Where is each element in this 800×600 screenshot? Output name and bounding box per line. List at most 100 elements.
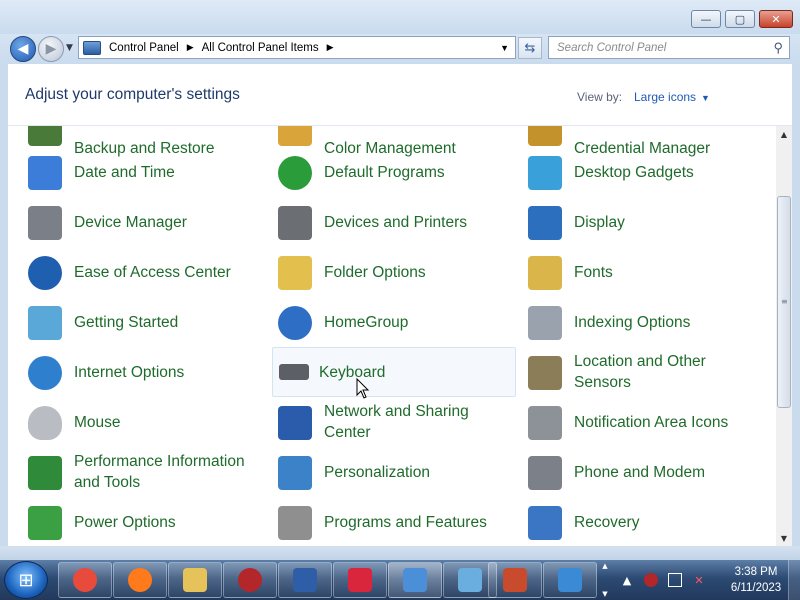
tray-expand-icon[interactable]: ▲	[620, 573, 634, 587]
item-label: Ease of Access Center	[74, 263, 231, 281]
taskbar-explorer-button[interactable]	[168, 562, 222, 598]
taskbar-firefox-button[interactable]	[113, 562, 167, 598]
taskbar-chrome-button[interactable]	[58, 562, 112, 598]
item-label: Getting Started	[74, 313, 179, 331]
item-location-and-other-sensors[interactable]: Location and Other Sensors	[512, 348, 754, 396]
item-keyboard[interactable]: Keyboard	[272, 347, 516, 397]
clock-date[interactable]: 6/11/2023	[718, 582, 794, 594]
volume-muted-icon[interactable]: ✕	[692, 573, 706, 587]
taskbar-screenshot-button[interactable]	[278, 562, 332, 598]
scroll-down-arrow-icon[interactable]: ▼	[776, 530, 792, 546]
item-label: Location and Other Sensors	[574, 353, 706, 391]
system-tray: ▲ ✕ 3:38 PM 6/11/2023	[618, 560, 800, 600]
item-fonts[interactable]: Fonts	[512, 248, 754, 296]
item-date-and-time[interactable]: Date and Time	[12, 148, 254, 196]
show-desktop-button[interactable]	[788, 560, 800, 600]
search-input[interactable]: Search Control Panel ⚲	[548, 36, 790, 59]
tray-app-icon[interactable]	[644, 573, 658, 587]
breadcrumb-all-items[interactable]: All Control Panel Items	[202, 42, 319, 54]
back-button[interactable]: ◀	[10, 36, 36, 62]
taskbar-control-panel-button[interactable]	[388, 562, 442, 598]
view-by-dropdown[interactable]: Large icons ▼	[634, 90, 710, 104]
item-label: HomeGroup	[324, 313, 409, 331]
item-network-and-sharing-center[interactable]: Network and Sharing Center	[262, 398, 504, 446]
item-folder-options[interactable]: Folder Options	[262, 248, 504, 296]
item-indexing-options[interactable]: Indexing Options	[512, 298, 754, 346]
taskbar-scroll[interactable]: ▲ ▼	[599, 562, 611, 598]
keyboard-icon	[279, 364, 309, 380]
item-device-manager[interactable]: Device Manager	[12, 198, 254, 246]
scrollbar-thumb[interactable]: ≡	[777, 196, 791, 408]
globe-icon	[28, 356, 62, 390]
item-display[interactable]: Display	[512, 198, 754, 246]
navigation-bar: ◀ ▶ ▼ Control Panel ▶ All Control Panel …	[0, 34, 800, 64]
refresh-button[interactable]: ⇆	[518, 37, 542, 59]
item-label: Desktop Gadgets	[574, 163, 694, 181]
taskbar-display-button[interactable]	[543, 562, 597, 598]
start-button[interactable]: ⊞	[4, 561, 48, 599]
close-button[interactable]: ✕	[759, 10, 793, 28]
maximize-button[interactable]: ▢	[725, 10, 755, 28]
vertical-scrollbar[interactable]: ▲ ≡ ▼	[776, 126, 792, 546]
item-label: Default Programs	[324, 163, 445, 181]
title-bar: — ▢ ✕	[0, 0, 800, 34]
item-programs-and-features[interactable]: Programs and Features	[262, 498, 504, 546]
item-desktop-gadgets[interactable]: Desktop Gadgets	[512, 148, 754, 196]
view-by-value: Large icons	[634, 90, 697, 104]
screenshot-icon	[293, 568, 317, 592]
item-phone-and-modem[interactable]: Phone and Modem	[512, 448, 754, 496]
personalization-icon	[278, 456, 312, 490]
homegroup-icon	[278, 306, 312, 340]
content-header: Adjust your computer's settings View by:…	[8, 64, 792, 126]
window-border-bottom	[0, 546, 800, 560]
taskbar-toolbox-button[interactable]	[488, 562, 542, 598]
item-label: Internet Options	[74, 363, 185, 381]
taskbar-app-button[interactable]	[223, 562, 277, 598]
calendar-clock-icon	[28, 156, 62, 190]
item-label: Personalization	[324, 463, 430, 481]
notification-icon	[528, 406, 562, 440]
breadcrumb-control-panel[interactable]: Control Panel	[109, 42, 179, 54]
item-internet-options[interactable]: Internet Options	[12, 348, 254, 396]
item-homegroup[interactable]: HomeGroup	[262, 298, 504, 346]
item-default-programs[interactable]: Default Programs	[262, 148, 504, 196]
item-power-options[interactable]: Power Options	[12, 498, 254, 546]
device-manager-icon	[28, 206, 62, 240]
clock-time[interactable]: 3:38 PM	[726, 566, 786, 578]
item-label: Display	[574, 213, 625, 231]
search-placeholder: Search Control Panel	[557, 41, 667, 54]
item-mouse[interactable]: Mouse	[12, 398, 254, 446]
item-label: Mouse	[74, 413, 121, 431]
item-personalization[interactable]: Personalization	[262, 448, 504, 496]
scroll-up-icon[interactable]: ▲	[602, 562, 607, 570]
breadcrumb-chevron-icon[interactable]: ▶	[187, 42, 194, 53]
item-label: Notification Area Icons	[574, 413, 729, 431]
item-devices-and-printers[interactable]: Devices and Printers	[262, 198, 504, 246]
scroll-up-arrow-icon[interactable]: ▲	[776, 126, 792, 142]
page-title: Adjust your computer's settings	[25, 86, 240, 103]
monitor-icon	[558, 568, 582, 592]
window-border-right	[792, 64, 800, 546]
folder-icon	[278, 256, 312, 290]
forward-button[interactable]: ▶	[38, 36, 64, 62]
address-dropdown-icon[interactable]: ▼	[500, 43, 509, 53]
address-bar[interactable]: Control Panel ▶ All Control Panel Items …	[78, 36, 516, 59]
monitor-icon	[528, 206, 562, 240]
item-recovery[interactable]: Recovery	[512, 498, 754, 546]
recent-pages-dropdown[interactable]: ▼	[66, 43, 73, 53]
default-programs-icon	[278, 156, 312, 190]
item-ease-of-access-center[interactable]: Ease of Access Center	[12, 248, 254, 296]
network-icon[interactable]	[668, 573, 682, 587]
item-getting-started[interactable]: Getting Started	[12, 298, 254, 346]
item-label: Network and Sharing Center	[324, 403, 469, 441]
search-icon[interactable]: ⚲	[773, 40, 783, 56]
minimize-button[interactable]: —	[691, 10, 721, 28]
breadcrumb-chevron-icon[interactable]: ▶	[327, 42, 334, 53]
item-performance-information-and-tools[interactable]: Performance Information and Tools	[12, 448, 254, 496]
taskbar-recorder-button[interactable]	[333, 562, 387, 598]
mouse-icon	[28, 406, 62, 440]
chrome-icon	[73, 568, 97, 592]
app-icon	[238, 568, 262, 592]
item-notification-area-icons[interactable]: Notification Area Icons	[512, 398, 754, 446]
scroll-down-icon[interactable]: ▼	[602, 590, 607, 598]
